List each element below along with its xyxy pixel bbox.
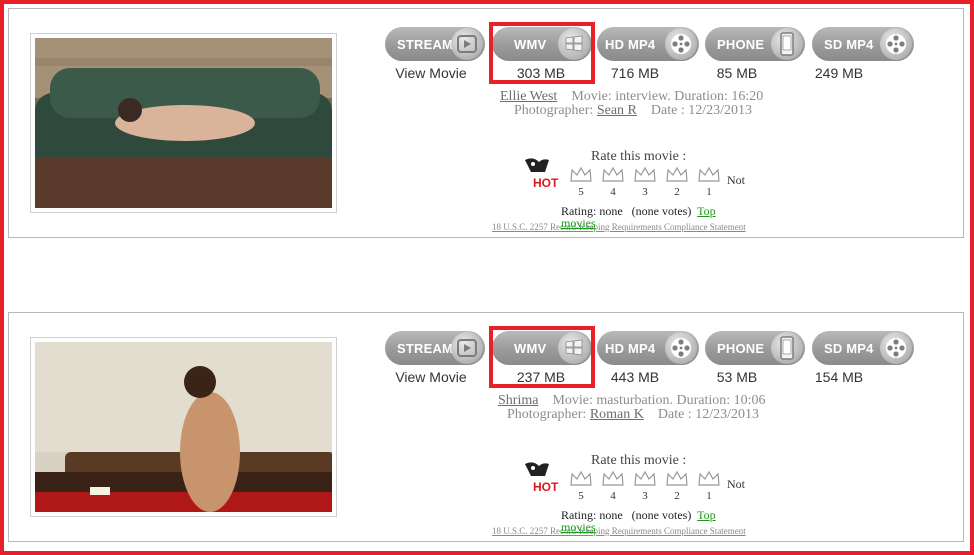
sd-mp4-button[interactable]: SD MP4	[812, 27, 914, 61]
photographer-link[interactable]: Roman K	[590, 407, 644, 422]
crown-label: 5	[578, 186, 584, 198]
rate-title: Rate this movie :	[591, 453, 687, 468]
film-reel-icon	[665, 332, 697, 364]
phone-button[interactable]: PHONE	[705, 27, 805, 61]
sd-mp4-size: 249 MB	[814, 65, 864, 81]
wmv-size: 303 MB	[516, 65, 566, 81]
not-label: Not	[727, 173, 745, 187]
crown-label: 2	[674, 490, 680, 502]
compliance-link[interactable]: 18 U.S.C. 2257 Record-Keeping Requiremen…	[492, 526, 746, 536]
crown-label: 4	[610, 186, 616, 198]
movie-thumbnail[interactable]	[30, 33, 337, 213]
crown-icon[interactable]	[569, 165, 593, 185]
photographer-line: Photographer: Roman K Date : 12/23/2013	[507, 407, 759, 422]
rate-title: Rate this movie :	[591, 149, 687, 164]
top-movies-link[interactable]: Top	[697, 204, 716, 218]
movies-link[interactable]: movies	[561, 216, 596, 231]
crown-label: 2	[674, 186, 680, 198]
movie-card: STREAM WMV HD MP4 PHONE SD MP4 View Movi…	[8, 8, 964, 238]
not-label: Not	[727, 477, 745, 491]
phone-icon	[771, 332, 803, 364]
crown-icon[interactable]	[665, 165, 689, 185]
hd-mp4-size: 716 MB	[610, 65, 660, 81]
crown-icon[interactable]	[697, 165, 721, 185]
thumbnail-image	[35, 342, 332, 512]
thumbnail-image	[35, 38, 332, 208]
crown-label: 3	[642, 186, 648, 198]
stream-button[interactable]: STREAM	[385, 27, 485, 61]
phone-button[interactable]: PHONE	[705, 331, 805, 365]
crown-label: 1	[706, 490, 712, 502]
sd-mp4-size: 154 MB	[814, 369, 864, 385]
view-movie-link[interactable]: View Movie	[385, 369, 477, 385]
crown-icon[interactable]	[633, 469, 657, 489]
film-reel-icon	[880, 332, 912, 364]
crown-label: 5	[578, 490, 584, 502]
photographer-link[interactable]: Sean R	[597, 103, 637, 118]
movie-card: STREAM WMV HD MP4 PHONE SD MP4 View Movi…	[8, 312, 964, 542]
hd-mp4-size: 443 MB	[610, 369, 660, 385]
film-reel-icon	[665, 28, 697, 60]
wmv-size: 237 MB	[516, 369, 566, 385]
crown-label: 3	[642, 490, 648, 502]
hot-badge-icon: HOT	[525, 158, 559, 190]
hot-badge-icon: HOT	[525, 462, 559, 494]
film-reel-icon	[880, 28, 912, 60]
crown-icon[interactable]	[697, 469, 721, 489]
model-link[interactable]: Shrima	[498, 393, 538, 408]
crown-icon[interactable]	[601, 469, 625, 489]
movie-thumbnail[interactable]	[30, 337, 337, 517]
svg-text:HOT: HOT	[533, 480, 559, 494]
hd-mp4-button[interactable]: HD MP4	[597, 331, 699, 365]
svg-text:HOT: HOT	[533, 176, 559, 190]
view-movie-link[interactable]: View Movie	[385, 65, 477, 81]
play-icon	[451, 28, 483, 60]
crown-icon[interactable]	[601, 165, 625, 185]
photographer-line: Photographer: Sean R Date : 12/23/2013	[514, 103, 752, 118]
compliance-link[interactable]: 18 U.S.C. 2257 Record-Keeping Requiremen…	[492, 222, 746, 232]
stream-button[interactable]: STREAM	[385, 331, 485, 365]
sd-mp4-button[interactable]: SD MP4	[812, 331, 914, 365]
hd-mp4-button[interactable]: HD MP4	[597, 27, 699, 61]
crown-icon[interactable]	[633, 165, 657, 185]
crown-label: 4	[610, 490, 616, 502]
play-icon	[451, 332, 483, 364]
phone-size: 53 MB	[716, 369, 758, 385]
crown-label: 1	[706, 186, 712, 198]
movies-link[interactable]: movies	[561, 520, 596, 535]
crown-icon[interactable]	[569, 469, 593, 489]
phone-icon	[771, 28, 803, 60]
phone-size: 85 MB	[716, 65, 758, 81]
top-movies-link[interactable]: Top	[697, 508, 716, 522]
crown-icon[interactable]	[665, 469, 689, 489]
model-link[interactable]: Ellie West	[500, 89, 557, 104]
